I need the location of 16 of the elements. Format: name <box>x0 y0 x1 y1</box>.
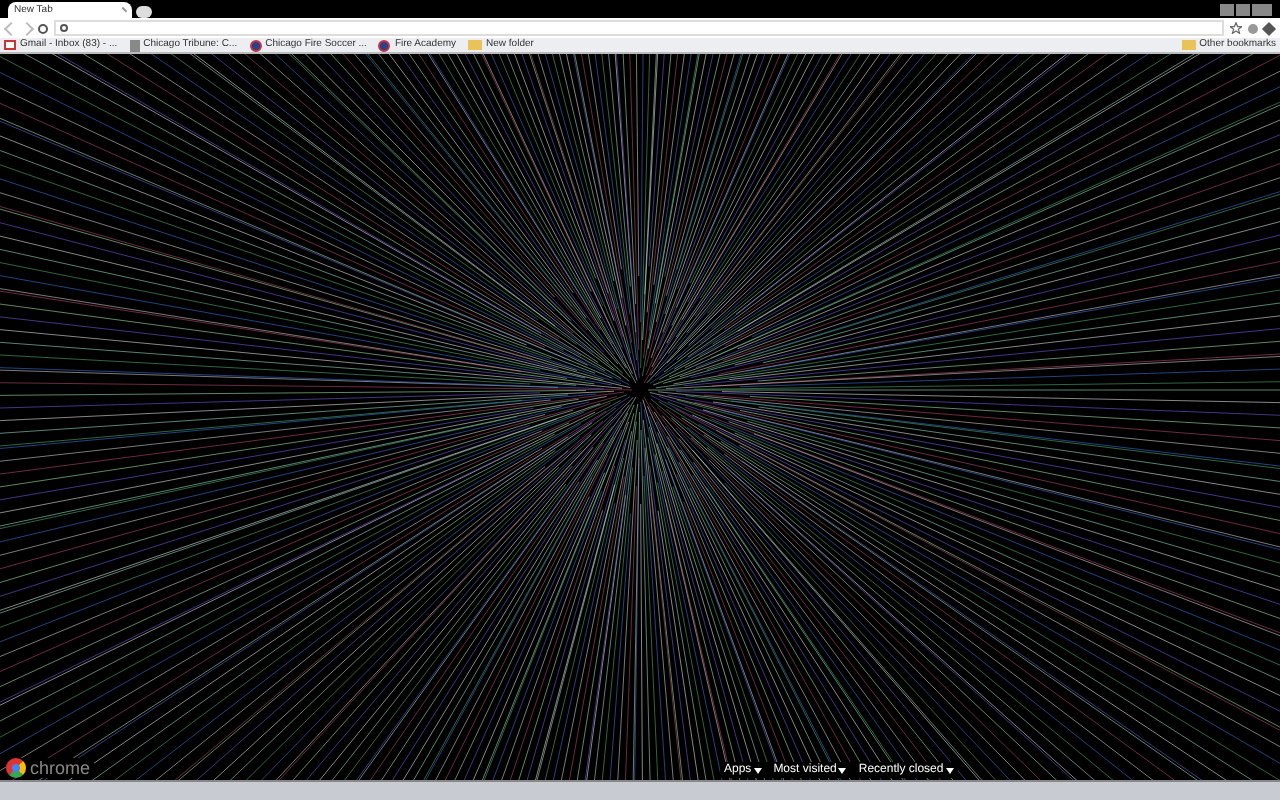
page-icon <box>129 39 140 51</box>
caret-icon <box>945 767 954 773</box>
globe-icon <box>378 39 391 51</box>
star-icon[interactable] <box>1230 22 1242 34</box>
caret-icon <box>838 767 847 773</box>
page-menu-icon[interactable] <box>1248 23 1258 33</box>
caret-icon <box>753 767 762 773</box>
search-icon <box>60 24 68 32</box>
globe-icon <box>249 39 262 51</box>
reload-icon[interactable] <box>38 23 48 33</box>
chrome-logo-icon <box>6 758 26 778</box>
folder-icon <box>1181 40 1196 50</box>
folder-icon <box>468 40 483 50</box>
logo-text: chrome <box>30 759 91 777</box>
new-tab-button[interactable] <box>136 6 152 18</box>
close-icon[interactable] <box>118 5 128 15</box>
